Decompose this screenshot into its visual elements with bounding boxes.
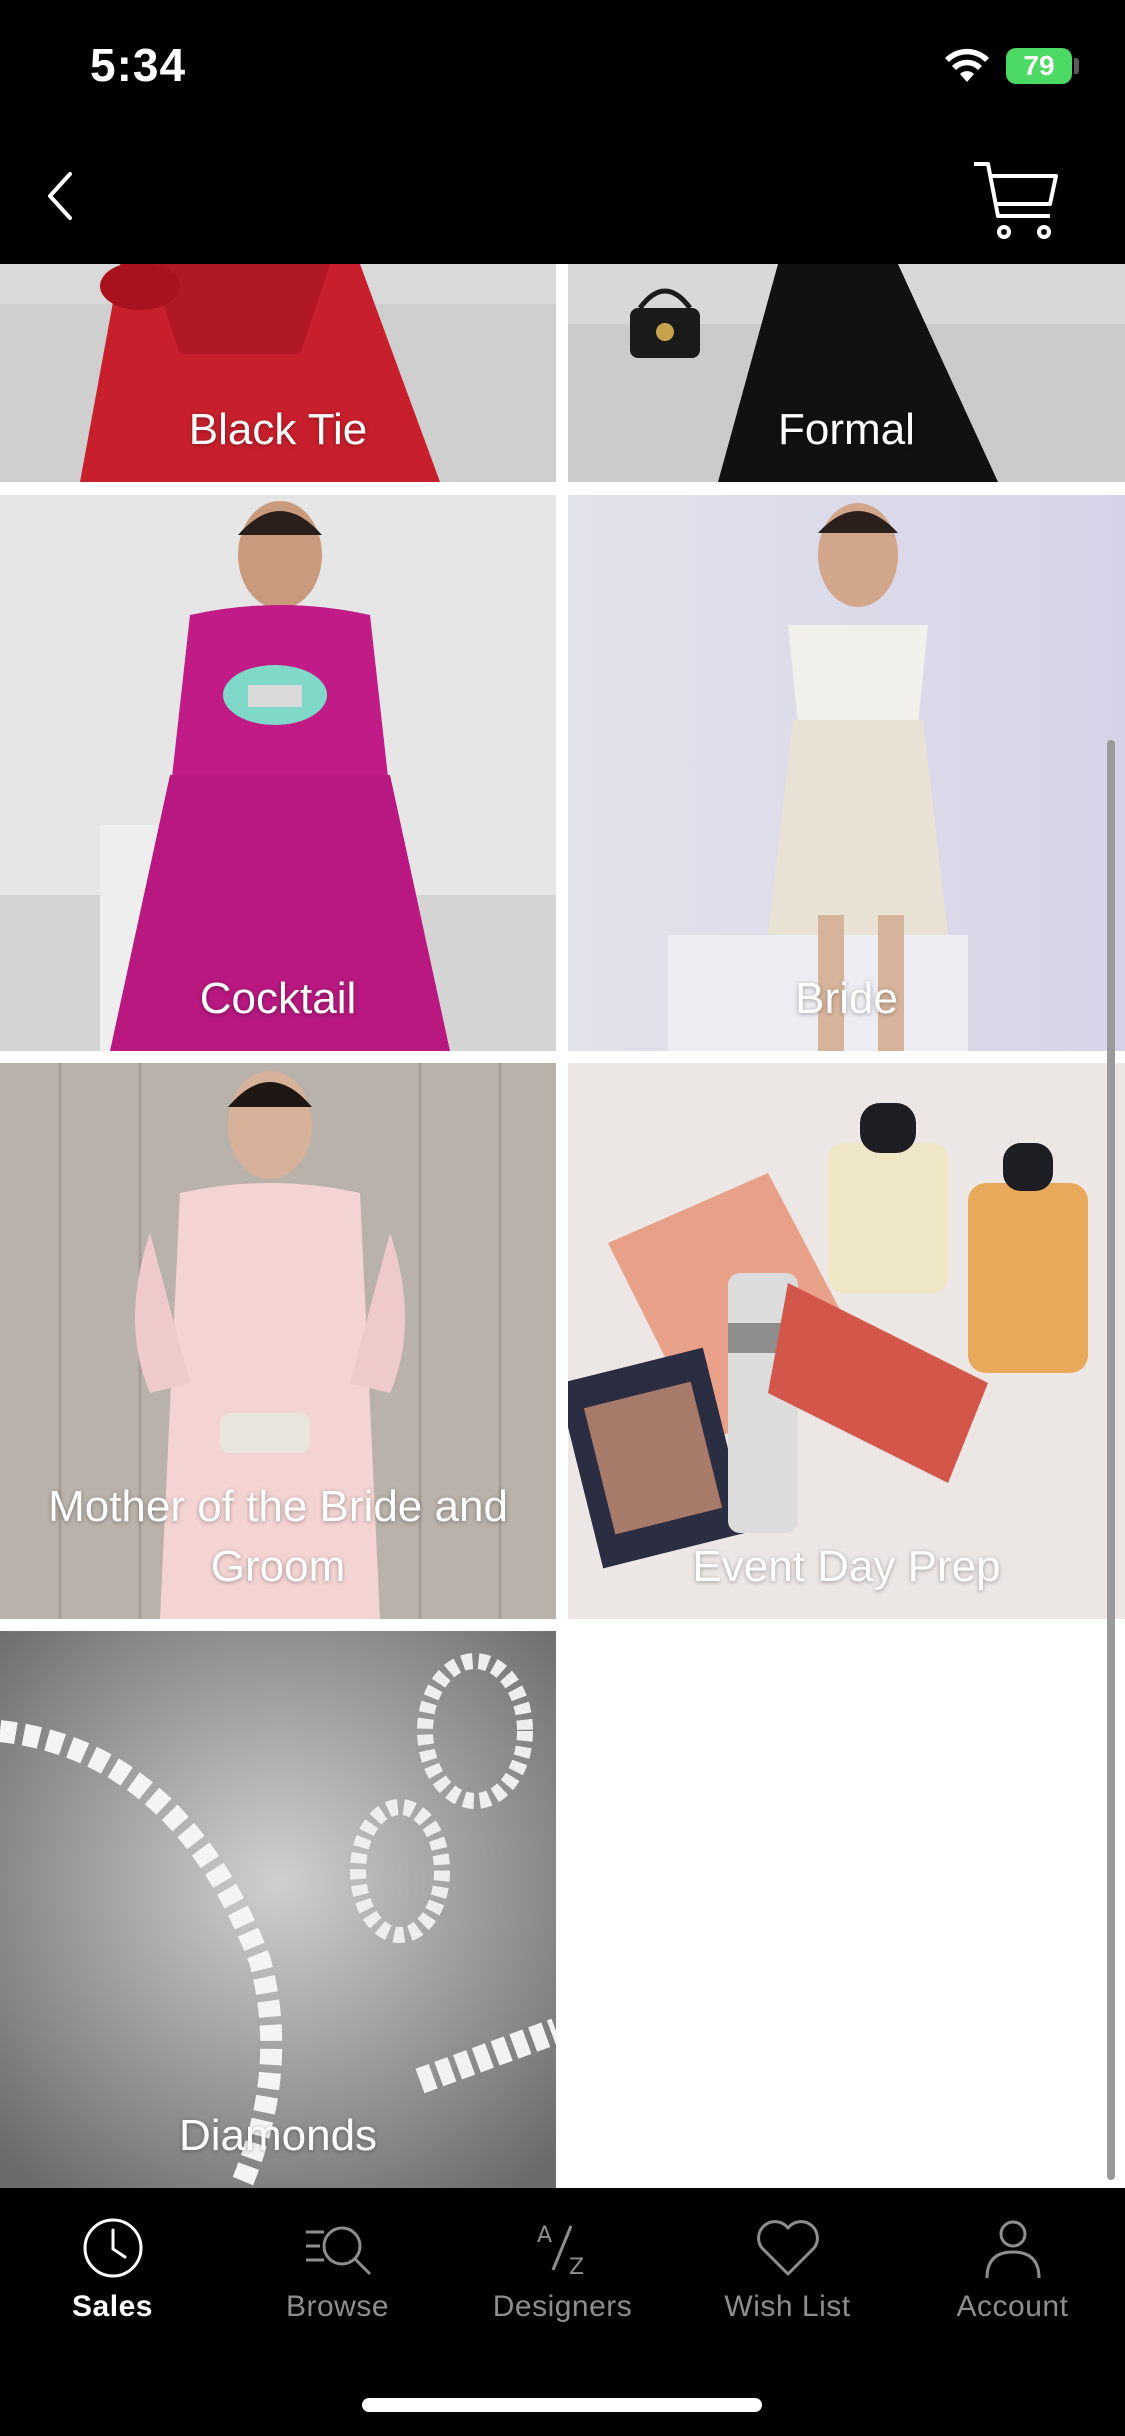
tab-designers[interactable]: A Z Designers [450,2212,675,2342]
category-label: Diamonds [178,2111,378,2160]
battery-indicator: 79 [1006,48,1072,84]
home-indicator [362,2398,762,2412]
person-icon [985,2220,1040,2279]
cart-icon[interactable] [970,154,1062,246]
category-image-cocktail [0,495,556,1051]
tab-label: Sales [72,2290,153,2323]
scrollbar[interactable] [1107,740,1115,2180]
nav-bar [0,132,1125,264]
tab-browse[interactable]: Browse [225,2212,450,2342]
category-tile-mother-of-the-bride-and-groom[interactable]: Mother of the Bride and Groom [0,1063,556,1619]
chevron-left-icon[interactable] [40,166,80,226]
category-label: Formal [778,405,915,454]
category-image-bride [568,495,1125,1051]
category-label: Cocktail [199,974,357,1023]
tab-label: Account [956,2290,1069,2323]
svg-text:Z: Z [569,2255,584,2280]
status-time: 5:34 [90,39,187,91]
battery-tip [1074,58,1079,74]
tab-label: Designers [492,2290,633,2323]
tab-sales[interactable]: Sales [0,2212,225,2342]
svg-text:A: A [537,2223,552,2248]
battery-level: 79 [1023,50,1055,81]
tab-label: Wish List [724,2290,851,2323]
category-tile-diamonds[interactable]: Diamonds [0,1631,556,2188]
category-tile-formal[interactable]: Formal [568,264,1125,482]
category-tile-black-tie[interactable]: Black Tie [0,264,556,482]
category-image-diamonds [0,1631,556,2188]
category-label: Event Day Prep [692,1542,1001,1591]
a-z-icon: A Z [537,2223,584,2280]
category-label: Mother of the Bride and Groom [48,1482,508,1591]
category-tile-cocktail[interactable]: Cocktail [0,495,556,1051]
status-bar: 5:34 79 [0,0,1125,132]
category-tile-event-day-prep[interactable]: Event Day Prep [568,1063,1125,1619]
search-icon [305,2226,371,2276]
clock-icon [83,2218,142,2278]
tab-account[interactable]: Account [900,2212,1125,2342]
wifi-icon [945,48,989,82]
category-image-event-day-prep [568,1063,1125,1619]
tab-label: Browse [285,2290,390,2323]
category-tile-bride[interactable]: Bride [568,495,1125,1051]
heart-icon [756,2220,819,2276]
category-label: Black Tie [188,405,368,454]
category-label: Bride [795,974,898,1023]
tab-wish-list[interactable]: Wish List [675,2212,900,2342]
